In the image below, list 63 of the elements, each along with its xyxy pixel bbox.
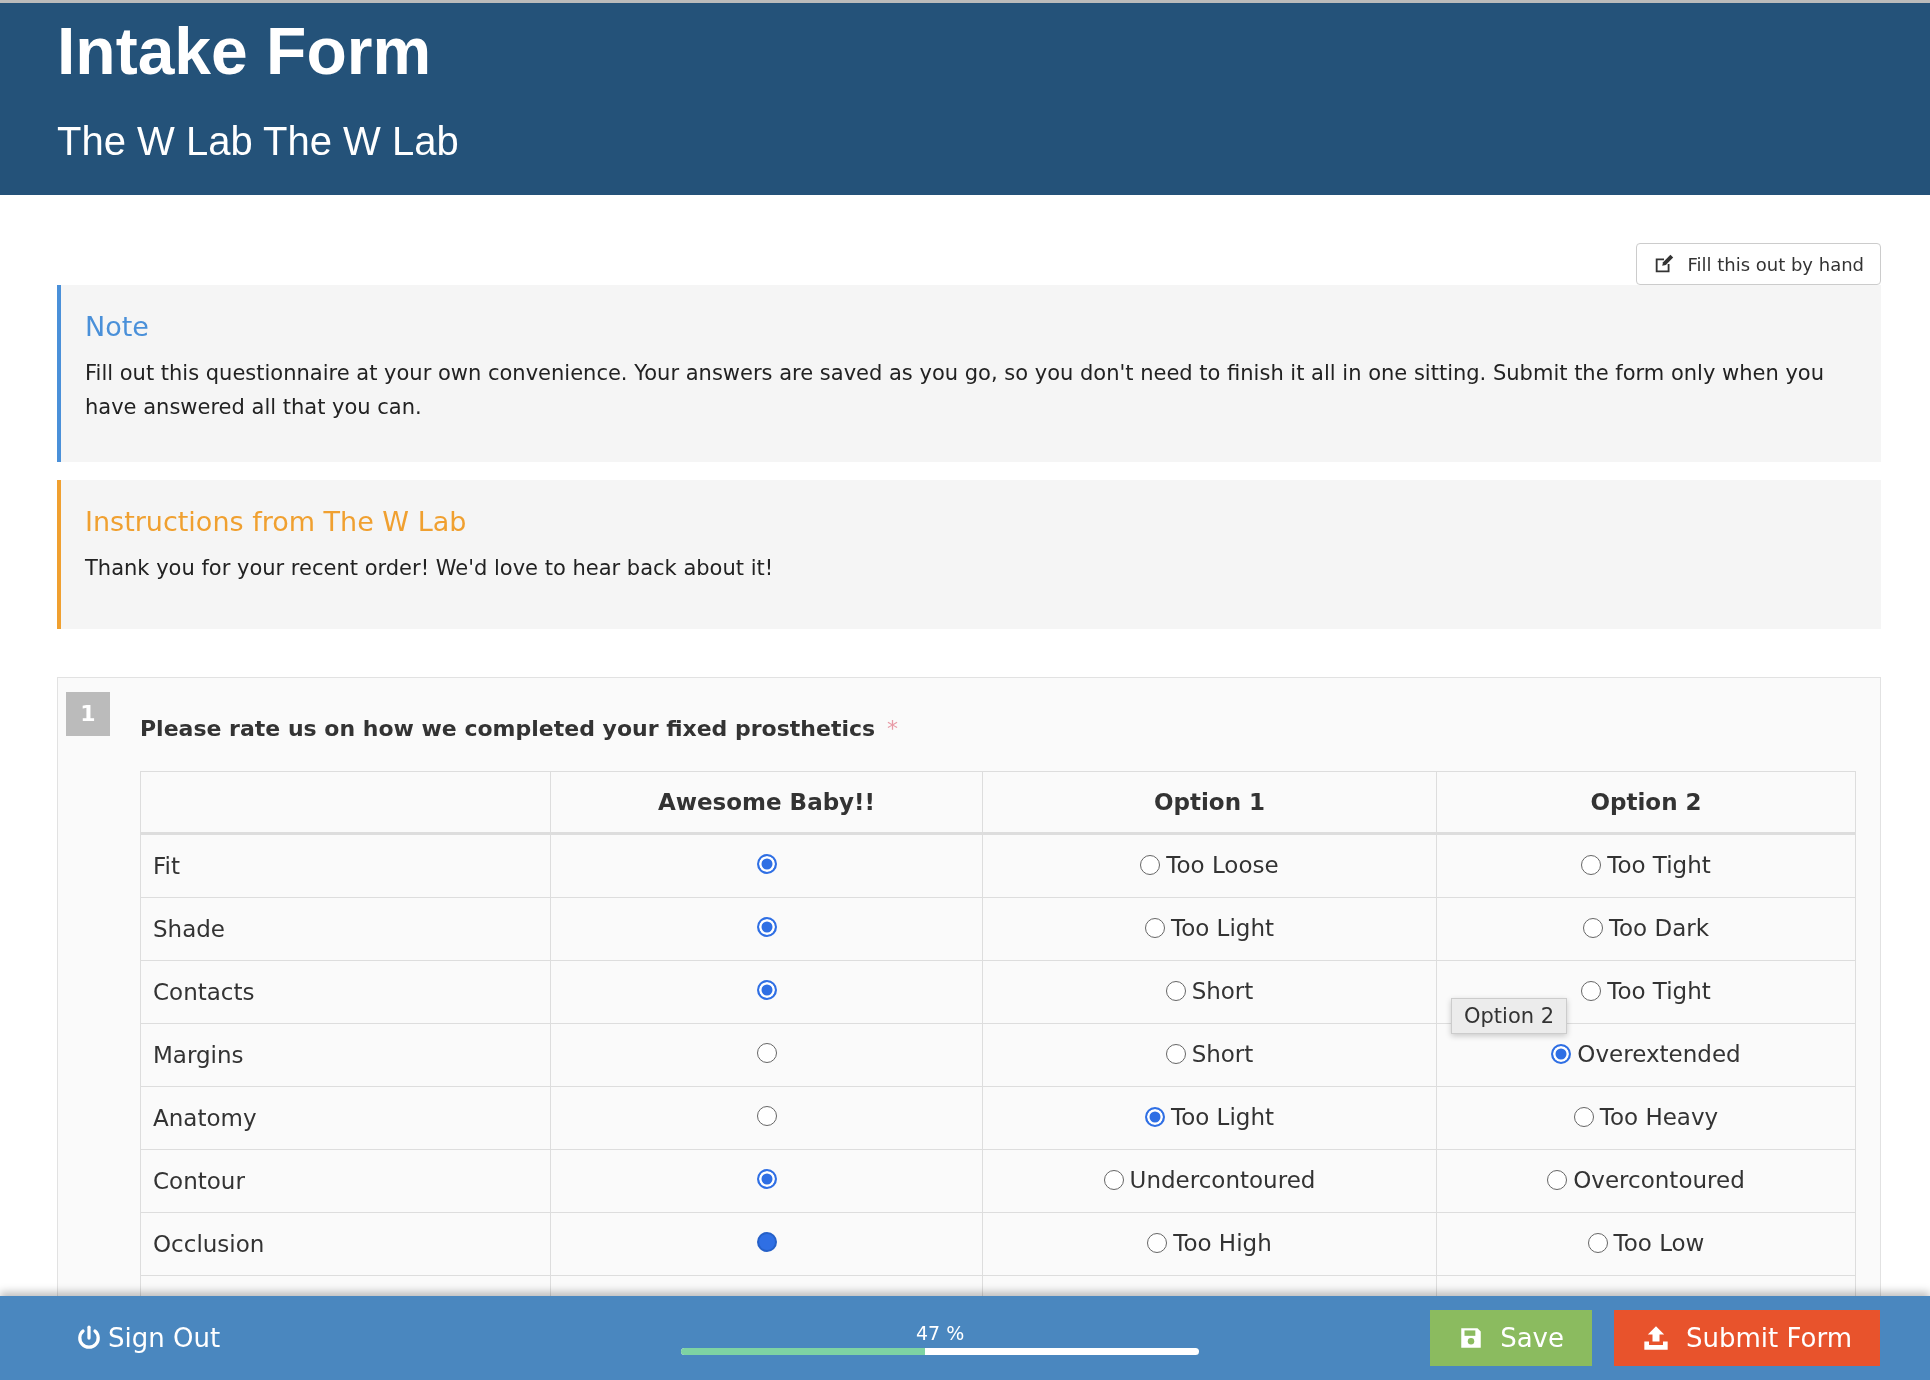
edit-icon [1653, 253, 1676, 275]
radio-button[interactable] [1582, 918, 1603, 938]
notice-title: Instructions from The W Lab [85, 506, 468, 537]
option-label: Too Low [1613, 1230, 1705, 1256]
save-button[interactable]: Save [1430, 1310, 1592, 1366]
option-label: Overextended [1577, 1041, 1741, 1067]
fill-by-hand-button[interactable]: Fill this out by hand [1636, 243, 1881, 285]
radio-button[interactable] [756, 1232, 777, 1252]
radio-button[interactable] [1551, 1044, 1572, 1064]
question-number: 1 [66, 691, 110, 736]
radio-button[interactable] [1165, 981, 1186, 1001]
radio-button[interactable] [1587, 1233, 1608, 1253]
row-label: Margins [140, 1023, 551, 1087]
radio-button[interactable] [1547, 1170, 1568, 1190]
power-icon [76, 1325, 102, 1351]
option-label: Too Tight [1607, 978, 1711, 1004]
question-text: Please rate us on how we completed your fixed prosthetics [140, 716, 876, 741]
radio-button[interactable] [1147, 1233, 1168, 1253]
radio-button[interactable] [1165, 1044, 1186, 1064]
option-label: Short [1191, 1041, 1254, 1067]
option-label: Overcontoured [1573, 1167, 1745, 1193]
row-label: Contour [140, 1149, 551, 1213]
notice-text: Fill out this questionnaire at your own convenience. Your answers are saved as you go, so you don't need to finish it all in one sitting. Submit the form only when you have answered all that you can. [85, 360, 1825, 421]
sign-out-button[interactable]: Sign Out [76, 1323, 221, 1353]
option-label: Too Heavy [1599, 1104, 1719, 1130]
row-label: Contacts [140, 960, 551, 1024]
row-label: Occlusion [140, 1212, 551, 1276]
radio-button[interactable] [756, 854, 777, 874]
progress-reading: 47 % [916, 1321, 965, 1344]
radio-button[interactable] [1581, 855, 1602, 875]
radio-button[interactable] [1145, 918, 1165, 938]
radio-button[interactable] [756, 1169, 777, 1189]
row-label: Anatomy [140, 1086, 551, 1150]
column-header: Awesome Baby!! [550, 771, 983, 834]
option-label: Short [1191, 978, 1254, 1004]
submit-form-button[interactable]: Submit Form [1614, 1310, 1880, 1366]
option-label: Too High [1173, 1230, 1272, 1256]
radio-button[interactable] [756, 917, 777, 937]
radio-button[interactable] [1581, 981, 1602, 1001]
required-mark: * [887, 716, 899, 741]
radio-button[interactable] [1140, 855, 1161, 875]
row-label: Fit [140, 833, 551, 898]
row-label: Shade [140, 897, 551, 961]
radio-button[interactable] [1145, 1107, 1165, 1127]
option-label: Undercontoured [1129, 1167, 1316, 1193]
column-header: Option 1 [982, 771, 1437, 834]
radio-button[interactable] [756, 1106, 777, 1126]
option-label: Too Light [1171, 1104, 1274, 1130]
option-label: Too Loose [1166, 852, 1279, 878]
tooltip: Option 2 [1451, 998, 1568, 1034]
radio-button[interactable] [1103, 1170, 1124, 1190]
notice-text: Thank you for your recent order! We'd love to hear back about it! [85, 555, 775, 582]
option-label: Too Dark [1608, 915, 1710, 941]
form-title: Intake Form [57, 13, 433, 90]
radio-button[interactable] [1573, 1107, 1594, 1127]
lab-name: The W Lab The W Lab [57, 118, 460, 165]
upload-icon [1642, 1324, 1670, 1352]
option-label: Too Tight [1607, 852, 1711, 878]
notice-title: Note [85, 311, 150, 342]
radio-button[interactable] [756, 980, 777, 1000]
column-header: Option 2 [1436, 771, 1856, 834]
radio-button[interactable] [756, 1043, 777, 1063]
option-label: Too Light [1171, 915, 1274, 941]
